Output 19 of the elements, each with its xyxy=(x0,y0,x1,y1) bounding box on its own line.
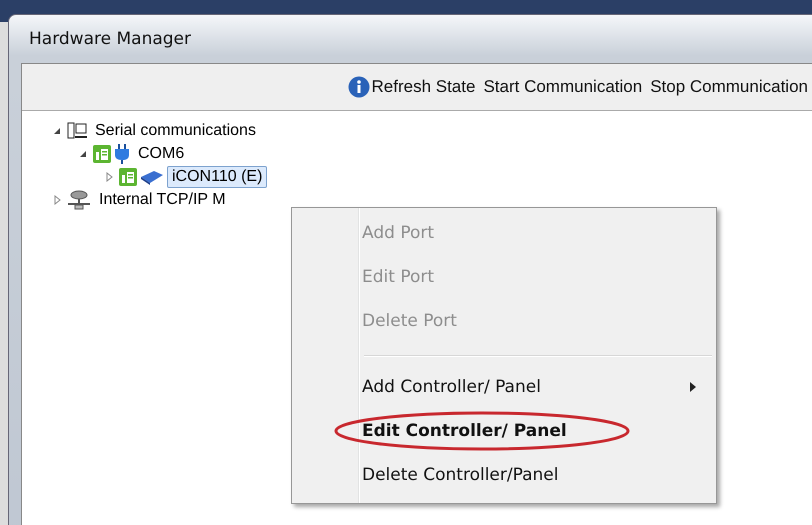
toolbar-button[interactable]: Stop Communication xyxy=(646,74,812,100)
tree-item[interactable]: COM6 xyxy=(133,142,190,164)
tree-item[interactable]: iCON110 (E) xyxy=(167,166,268,188)
tree-item[interactable]: Serial communications xyxy=(90,120,261,142)
computer-icon xyxy=(67,122,87,140)
window-title: Hardware Manager xyxy=(29,29,191,49)
plug-icon xyxy=(114,144,130,164)
menu-item[interactable]: Add Controller/ Panel xyxy=(294,365,714,409)
thumbs-up-icon xyxy=(93,144,111,162)
thumbs-up-icon xyxy=(119,168,137,186)
toolbar-button[interactable]: Start Communication xyxy=(479,74,646,100)
menu-item[interactable]: Delete Controller/Panel xyxy=(294,453,714,497)
network-icon xyxy=(67,190,91,210)
submenu-arrow-icon xyxy=(690,382,696,392)
device-icon xyxy=(140,168,164,184)
menu-item[interactable]: Edit Controller/ Panel xyxy=(294,409,714,453)
tree-item[interactable]: Internal TCP/IP M xyxy=(94,188,231,210)
toolbar-button[interactable]: Refresh State xyxy=(344,74,480,100)
info-icon xyxy=(348,76,370,98)
